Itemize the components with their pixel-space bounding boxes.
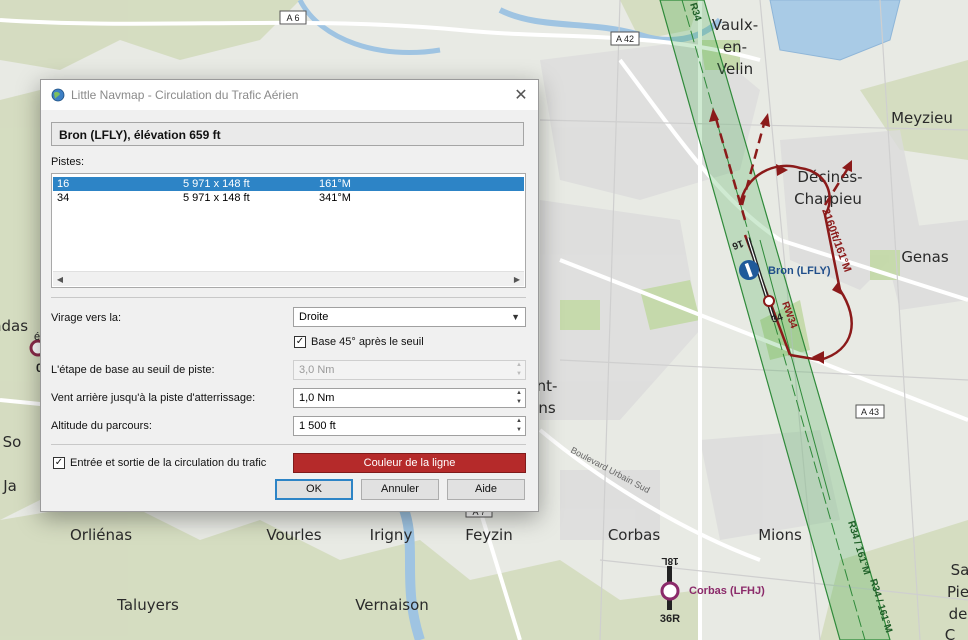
svg-text:C: C xyxy=(945,626,955,640)
svg-text:Vaulx-: Vaulx- xyxy=(712,16,758,34)
svg-text:Corbas: Corbas xyxy=(608,526,661,544)
svg-text:Pie: Pie xyxy=(947,583,968,601)
runway-heading: 161°M xyxy=(319,178,351,190)
base-distance-spinbox[interactable]: 3,0 Nm ▲ ▼ xyxy=(293,360,526,380)
svg-text:Irigny: Irigny xyxy=(370,526,413,544)
svg-text:Genas: Genas xyxy=(901,248,949,266)
svg-text:Orliénas: Orliénas xyxy=(70,526,132,544)
svg-text:Sa: Sa xyxy=(951,561,968,579)
svg-text:ns: ns xyxy=(538,399,556,417)
svg-text:18L: 18L xyxy=(661,555,678,566)
title-bar[interactable]: Little Navmap - Circulation du Trafic Aé… xyxy=(41,80,538,110)
ok-button[interactable]: OK xyxy=(275,479,353,500)
scroll-left-icon[interactable]: ◀ xyxy=(53,272,67,286)
chevron-down-icon: ▼ xyxy=(511,312,520,322)
runways-label: Pistes: xyxy=(51,156,85,168)
svg-text:Ja: Ja xyxy=(2,477,17,495)
traffic-pattern-dialog: Little Navmap - Circulation du Trafic Aé… xyxy=(40,79,539,512)
road-shield-a6: A 6 xyxy=(279,10,307,25)
cancel-button[interactable]: Annuler xyxy=(361,479,439,500)
svg-text:A 42: A 42 xyxy=(616,34,634,44)
downwind-label: Vent arrière jusqu'à la piste d'atterris… xyxy=(51,392,256,404)
divider xyxy=(51,444,526,445)
svg-text:So: So xyxy=(3,433,22,451)
svg-text:en-: en- xyxy=(723,38,747,56)
runway-table[interactable]: 16 5 971 x 148 ft 161°M 34 5 971 x 148 f… xyxy=(51,173,526,288)
svg-text:Mions: Mions xyxy=(758,526,802,544)
spin-arrows-icon[interactable]: ▲ ▼ xyxy=(513,417,525,435)
scroll-right-icon[interactable]: ▶ xyxy=(510,272,524,286)
globe-icon xyxy=(51,88,65,102)
entry-exit-label: Entrée et sortie de la circulation du tr… xyxy=(70,457,267,469)
downwind-spinbox[interactable]: 1,0 Nm ▲ ▼ xyxy=(293,388,526,408)
close-icon[interactable]: ✕ xyxy=(510,84,532,106)
road-shield-a42: A 42 xyxy=(610,31,640,46)
runway-size: 5 971 x 148 ft xyxy=(183,192,250,204)
svg-text:Vernaison: Vernaison xyxy=(355,596,429,614)
runway-heading: 341°M xyxy=(319,192,351,204)
altitude-value: 1 500 ft xyxy=(299,420,336,432)
runway-name: 16 xyxy=(57,178,70,190)
runway-size: 5 971 x 148 ft xyxy=(183,178,250,190)
runway-row-34[interactable]: 34 5 971 x 148 ft 341°M xyxy=(53,191,524,205)
turn-direction-value: Droite xyxy=(299,311,329,323)
svg-text:A 43: A 43 xyxy=(861,407,879,417)
spin-arrows-icon[interactable]: ▲ ▼ xyxy=(513,389,525,407)
svg-text:Taluyers: Taluyers xyxy=(116,596,179,614)
window-title: Little Navmap - Circulation du Trafic Aé… xyxy=(71,88,299,102)
spin-arrows-icon[interactable]: ▲ ▼ xyxy=(513,361,525,379)
base45-checkbox[interactable]: ✓ xyxy=(294,336,306,348)
turn-label: Virage vers la: xyxy=(51,312,122,324)
downwind-value: 1,0 Nm xyxy=(299,392,335,404)
svg-text:Feyzin: Feyzin xyxy=(465,526,512,544)
entry-exit-checkbox[interactable]: ✓ xyxy=(53,457,65,469)
road-shield-a43: A 43 xyxy=(855,404,885,419)
help-button[interactable]: Aide xyxy=(447,479,525,500)
svg-text:Bron (LFLY): Bron (LFLY) xyxy=(768,265,831,277)
svg-text:de: de xyxy=(949,605,968,623)
runway-row-16[interactable]: 16 5 971 x 148 ft 161°M xyxy=(53,177,524,191)
svg-text:Vourles: Vourles xyxy=(266,526,321,544)
svg-text:36R: 36R xyxy=(660,613,680,625)
svg-text:ndas: ndas xyxy=(0,317,28,335)
base45-label: Base 45° après le seuil xyxy=(311,336,424,348)
airport-header: Bron (LFLY), élévation 659 ft xyxy=(51,122,524,146)
svg-text:nt-: nt- xyxy=(537,377,558,395)
horizontal-scrollbar[interactable]: ◀ ▶ xyxy=(53,271,524,286)
base-distance-value: 3,0 Nm xyxy=(299,364,335,376)
svg-text:A 6: A 6 xyxy=(286,13,299,23)
line-color-button[interactable]: Couleur de la ligne xyxy=(293,453,526,473)
svg-text:Corbas (LFHJ): Corbas (LFHJ) xyxy=(689,585,765,597)
runway-name: 34 xyxy=(57,192,70,204)
base-distance-label: L'étape de base au seuil de piste: xyxy=(51,364,215,376)
svg-text:Meyzieu: Meyzieu xyxy=(891,109,953,127)
altitude-label: Altitude du parcours: xyxy=(51,420,152,432)
altitude-spinbox[interactable]: 1 500 ft ▲ ▼ xyxy=(293,416,526,436)
divider xyxy=(51,297,526,298)
turn-direction-select[interactable]: Droite ▼ xyxy=(293,307,526,327)
